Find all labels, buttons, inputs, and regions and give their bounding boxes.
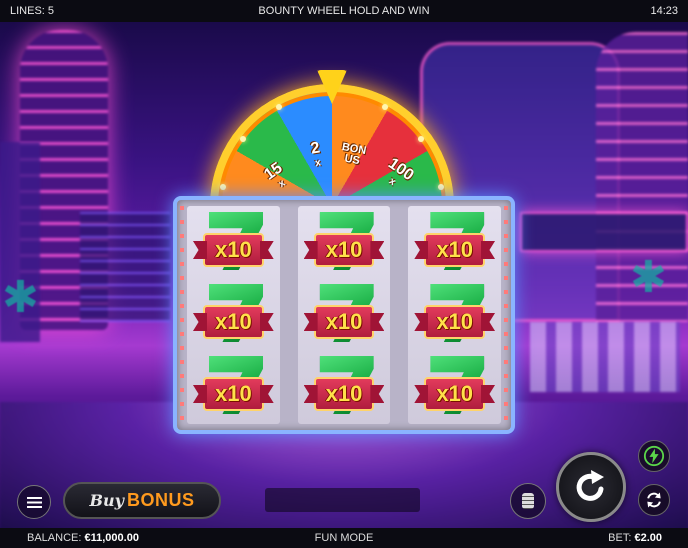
seven-symbol: x10	[408, 282, 501, 348]
seven-symbol: x10	[298, 354, 391, 420]
multiplier-label: x10	[424, 377, 486, 411]
reel-2: x10 x10 x10	[297, 206, 391, 424]
lightning-icon	[643, 445, 665, 467]
spin-button[interactable]	[556, 452, 626, 522]
wheel-light	[418, 136, 424, 142]
multiplier-label: x10	[424, 305, 486, 339]
game-mode: FUN MODE	[314, 532, 374, 544]
bet: BET: €2.00	[608, 532, 662, 544]
bottom-bar: BALANCE: €11,000.00 FUN MODE BET: €2.00	[0, 528, 688, 548]
wheel-segment-bonus: BONUS	[340, 141, 368, 168]
clock: 14:23	[650, 5, 678, 17]
palm-tree-icon: ✱	[2, 273, 39, 322]
palm-tree-icon: ✱	[630, 253, 667, 302]
reel-grid: x10 x10 x10 x10 x10 x10 x10 x10 x10	[173, 196, 515, 434]
wheel-light	[438, 184, 444, 190]
buy-bonus-button[interactable]: Buy BONUS	[63, 482, 221, 519]
wheel-light	[240, 136, 246, 142]
spin-arrow-icon	[576, 470, 604, 501]
reel-1: x10 x10 x10	[187, 206, 280, 424]
reel-3: x10 x10 x10	[408, 206, 502, 424]
autoplay-arrows-icon	[647, 492, 661, 508]
wheel-light	[382, 104, 388, 110]
menu-button[interactable]	[17, 485, 51, 519]
lines-count: LINES: 5	[10, 5, 55, 17]
buy-bonus-label: BONUS	[126, 490, 195, 510]
seven-symbol: x10	[408, 210, 501, 276]
wheel-light	[220, 184, 226, 190]
game-title: BOUNTY WHEEL HOLD AND WIN	[258, 5, 430, 17]
autoplay-button[interactable]	[638, 484, 670, 516]
seven-symbol: x10	[187, 354, 280, 420]
bet-value: €2.00	[634, 532, 662, 544]
seven-symbol: x10	[187, 282, 280, 348]
multiplier-label: x10	[202, 305, 264, 339]
slot-machines-background	[530, 322, 680, 392]
buy-bonus-prefix: Buy	[89, 491, 124, 510]
multiplier-label: x10	[313, 305, 375, 339]
casino-sign	[520, 212, 688, 252]
seven-symbol: x10	[298, 210, 391, 276]
message-strip	[265, 488, 420, 512]
building-mid-left	[80, 212, 170, 322]
turbo-button[interactable]	[638, 440, 670, 472]
top-bar: LINES: 5 BOUNTY WHEEL HOLD AND WIN 14:23	[0, 0, 688, 22]
bet-settings-button[interactable]	[510, 483, 546, 519]
seven-symbol: x10	[187, 210, 280, 276]
multiplier-label: x10	[202, 233, 264, 267]
wheel-light	[276, 104, 282, 110]
multiplier-label: x10	[313, 233, 375, 267]
multiplier-label: x10	[202, 377, 264, 411]
hamburger-icon	[26, 496, 42, 508]
multiplier-label: x10	[424, 233, 486, 267]
coin-stack-icon	[522, 493, 534, 509]
multiplier-label: x10	[313, 377, 375, 411]
seven-symbol: x10	[298, 282, 391, 348]
seven-symbol: x10	[408, 354, 501, 420]
